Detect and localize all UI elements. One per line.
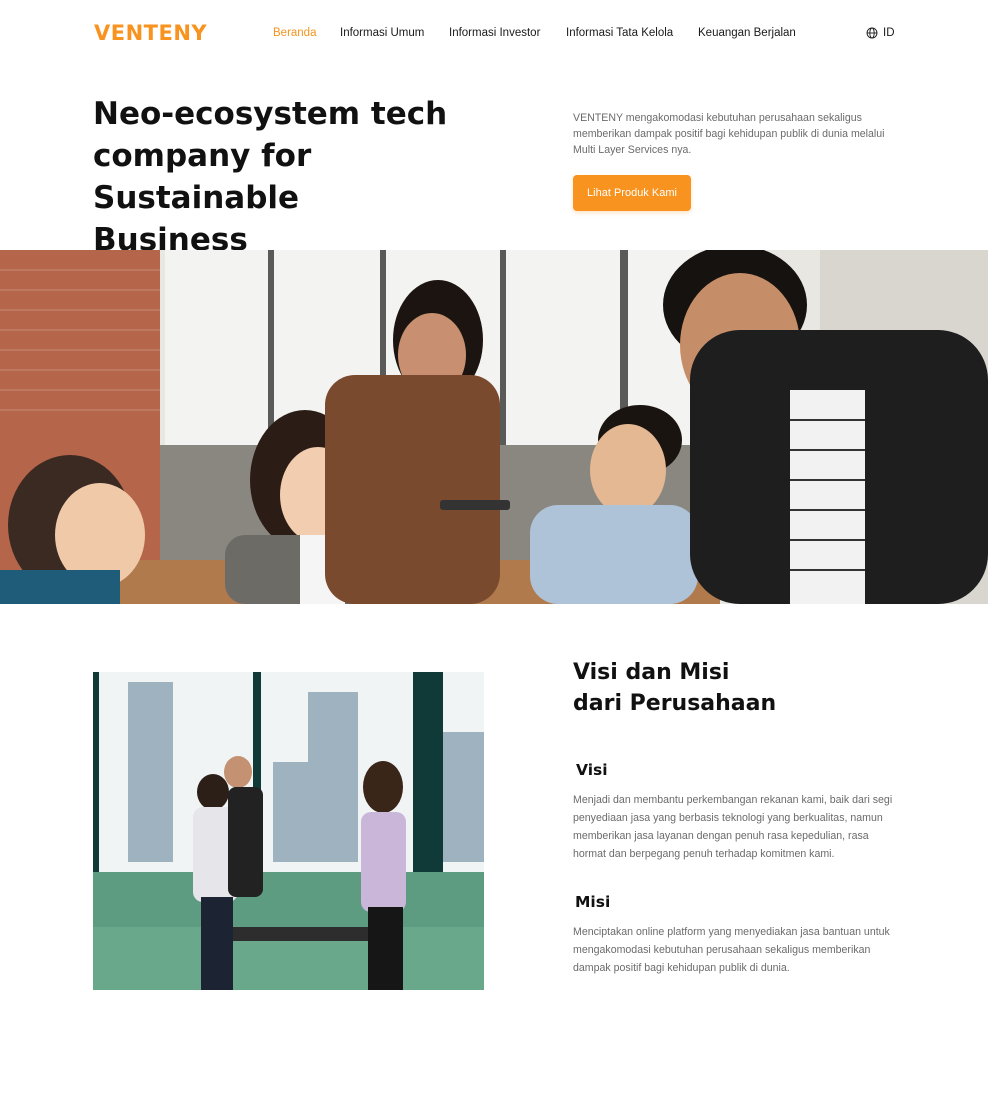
nav-item-informasi-umum[interactable]: Informasi Umum [340,25,424,41]
office-team-photo [93,672,484,990]
vision-mission-title-line: dari Perusahaan [573,691,777,716]
globe-icon [866,27,878,39]
hero-title: Neo-ecosystem tech company for Sustainab… [93,93,513,261]
nav-item-keuangan-berjalan[interactable]: Keuangan Berjalan [698,25,796,41]
nav-item-informasi-tata-kelola[interactable]: Informasi Tata Kelola [566,25,673,41]
hero-title-line: company for Sustainable [93,138,312,216]
language-label: ID [883,27,895,39]
vision-mission-title-line: Visi dan Misi [573,660,730,685]
team-photo [0,250,988,604]
nav-item-beranda[interactable]: Beranda [273,25,316,41]
vision-mission-title: Visi dan Misi dari Perusahaan [573,657,893,719]
nav-item-informasi-investor[interactable]: Informasi Investor [449,25,540,41]
venteny-logo[interactable]: VENTENY [94,20,207,46]
hero-title-line: Neo-ecosystem tech [93,96,448,132]
language-switcher[interactable]: ID [866,25,895,41]
hero-description: VENTENY mengakomodasi kebutuhan perusaha… [573,112,885,156]
visi-heading: Visi [576,761,608,779]
site-header: VENTENY Beranda Informasi Umum Informasi… [0,0,988,66]
misi-text: Menciptakan online platform yang menyedi… [573,926,890,974]
visi-text: Menjadi dan membantu perkembangan rekana… [573,794,893,860]
view-products-button[interactable]: Lihat Produk Kami [573,175,691,211]
misi-heading: Misi [575,893,611,911]
